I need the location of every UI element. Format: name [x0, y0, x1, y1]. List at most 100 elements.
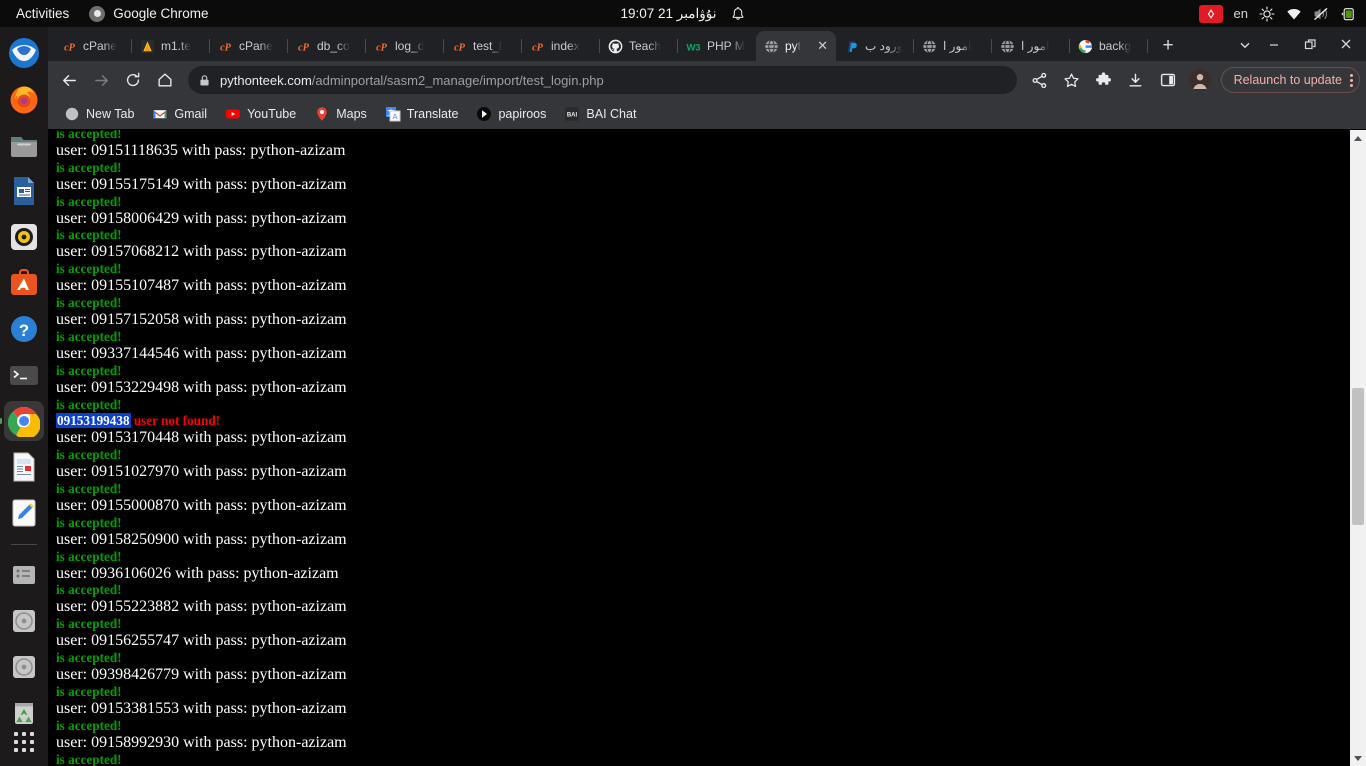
- page-scrollbar[interactable]: [1350, 130, 1366, 766]
- dock-item-libreoffice-writer[interactable]: [4, 171, 44, 211]
- log-line-accepted: is accepted!: [56, 396, 122, 412]
- keyboard-layout-indicator[interactable]: en: [1234, 6, 1248, 21]
- dock-item-text-editor[interactable]: [4, 493, 44, 533]
- side-panel-button[interactable]: [1153, 65, 1183, 95]
- log-line-error: 09153199438 user not found!: [56, 413, 1345, 430]
- browser-tab[interactable]: cP test_l: [444, 31, 522, 61]
- clock-button[interactable]: نۇۋامبر 21 19:07: [553, 6, 813, 22]
- bookmark-bai-chat[interactable]: BAI BAI Chat: [556, 102, 644, 126]
- dock-item-trash[interactable]: [4, 693, 44, 733]
- dock-item-files[interactable]: [4, 125, 44, 165]
- profile-avatar[interactable]: [1188, 69, 1211, 91]
- help-icon: ?: [11, 316, 37, 342]
- bookmark-papiroos[interactable]: papiroos: [468, 102, 554, 126]
- address-bar[interactable]: pythonteek.com/adminportal/sasm2_manage/…: [188, 66, 1017, 94]
- bookmark-maps[interactable]: Maps: [306, 102, 375, 126]
- dock-item-thunderbird[interactable]: [4, 33, 44, 73]
- dock-item-terminal[interactable]: [4, 355, 44, 395]
- side-panel-icon: [1160, 73, 1175, 87]
- new-tab-button[interactable]: +: [1154, 32, 1182, 60]
- maps-icon: [317, 107, 328, 121]
- log-line-accepted: is accepted!: [56, 328, 122, 344]
- log-line-accepted: is accepted!: [56, 159, 122, 175]
- log-line-user: user: 09157152058 with pass: python-aziz…: [56, 310, 347, 328]
- bookmark-label: BAI Chat: [586, 107, 637, 121]
- back-button[interactable]: [54, 65, 84, 95]
- tab-close-icon[interactable]: ✕: [817, 38, 828, 54]
- cpanel-icon: cP: [454, 42, 466, 53]
- scroll-up-button[interactable]: [1350, 130, 1366, 147]
- browser-tab[interactable]: Teach: [600, 31, 678, 61]
- error-phone-number: 09153199438: [56, 413, 131, 429]
- chrome-menu-icon[interactable]: [1350, 73, 1353, 87]
- tab-title: db_co: [317, 39, 350, 53]
- browser-tab[interactable]: cP db_co: [288, 31, 366, 61]
- home-button[interactable]: [150, 65, 180, 95]
- cpanel-icon: cP: [376, 42, 388, 53]
- bookmark-translate[interactable]: 文 A Translate: [377, 102, 467, 126]
- relaunch-label: Relaunch to update: [1233, 73, 1342, 87]
- caret-up-icon: [1354, 136, 1362, 141]
- log-line-accepted: is accepted!: [56, 362, 122, 378]
- chrome-window: cP cPane m1.te cP cPane cP db_co cP log_…: [48, 27, 1366, 766]
- trash-icon: [15, 703, 33, 724]
- maximize-button[interactable]: [1294, 30, 1326, 58]
- browser-tab-active[interactable]: pyt ✕: [756, 31, 836, 61]
- reload-button[interactable]: [118, 65, 148, 95]
- close-icon: [1341, 39, 1351, 49]
- browser-tab[interactable]: cP cPane: [210, 31, 288, 61]
- forward-button[interactable]: [86, 65, 116, 95]
- tab-search-button[interactable]: [1234, 34, 1256, 56]
- relaunch-to-update-button[interactable]: Relaunch to update: [1220, 67, 1360, 93]
- browser-tab[interactable]: W3 PHP M: [678, 31, 756, 61]
- dock-item-cd-drive-2[interactable]: [4, 647, 44, 687]
- dock-item-google-chrome[interactable]: [0, 401, 44, 441]
- log-line-accepted: is accepted!: [56, 193, 122, 209]
- dock-item-firefox[interactable]: [4, 79, 44, 119]
- close-button[interactable]: [1330, 30, 1362, 58]
- bookmark-youtube[interactable]: YouTube: [217, 102, 304, 126]
- google-icon: [1078, 39, 1093, 53]
- share-button[interactable]: [1025, 65, 1055, 95]
- browser-tab[interactable]: ورود ب: [836, 31, 914, 61]
- libreoffice-writer-icon: [14, 177, 34, 205]
- dock-item-ubuntu-software[interactable]: [4, 263, 44, 303]
- dock-item-cd-drive-1[interactable]: [4, 601, 44, 641]
- dock-item-disks[interactable]: [4, 555, 44, 595]
- bookmark-label: Maps: [336, 107, 367, 121]
- share-icon: [1032, 72, 1047, 88]
- show-applications-button[interactable]: [0, 732, 48, 752]
- dock-item-help[interactable]: ?: [4, 309, 44, 349]
- scroll-down-button[interactable]: [1350, 750, 1366, 766]
- log-line-accepted: is accepted!: [56, 447, 122, 463]
- browser-tab[interactable]: امور ا: [914, 31, 992, 61]
- browser-tab[interactable]: backg: [1070, 31, 1148, 61]
- browser-tab[interactable]: cP index: [522, 31, 600, 61]
- browser-tab[interactable]: cP log_d: [366, 31, 444, 61]
- files-icon: [11, 137, 37, 157]
- red-app-indicator-icon[interactable]: [1198, 4, 1223, 23]
- topbar-app-menu[interactable]: Google Chrome: [79, 5, 218, 22]
- papiroos-icon: [477, 107, 492, 121]
- browser-tab[interactable]: امور ا: [992, 31, 1070, 61]
- activities-button[interactable]: Activities: [0, 6, 79, 21]
- system-status-area[interactable]: en: [1198, 0, 1356, 27]
- bookmark-gmail[interactable]: Gmail: [144, 102, 215, 126]
- tab-title: ورود ب: [865, 39, 903, 53]
- dock-item-document-viewer[interactable]: [4, 447, 44, 487]
- star-icon: [1064, 72, 1079, 87]
- extensions-button[interactable]: [1089, 65, 1119, 95]
- log-line-accepted: is accepted!: [56, 481, 122, 497]
- browser-tab[interactable]: m1.te: [132, 31, 210, 61]
- tab-title: test_l: [473, 39, 502, 53]
- scrollbar-thumb[interactable]: [1352, 388, 1364, 525]
- restore-icon: [1304, 38, 1316, 49]
- minimize-button[interactable]: [1258, 30, 1290, 58]
- bookmark-star-button[interactable]: [1057, 65, 1087, 95]
- dock-item-rhythmbox[interactable]: [4, 217, 44, 257]
- log-line-accepted: is accepted!: [56, 650, 122, 666]
- downloads-button[interactable]: [1121, 65, 1151, 95]
- bookmark-new-tab[interactable]: New Tab: [56, 102, 142, 126]
- browser-tab[interactable]: cP cPane: [54, 31, 132, 61]
- cpanel-icon: cP: [298, 42, 310, 53]
